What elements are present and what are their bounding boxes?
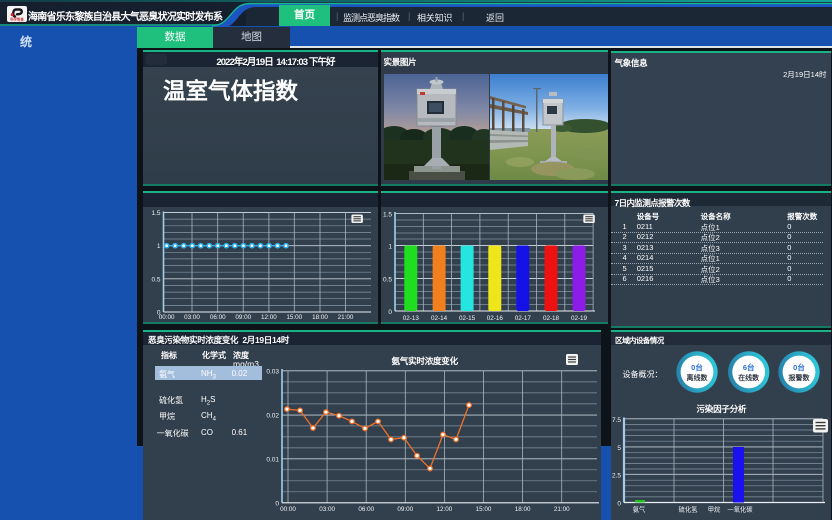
svg-text:离线数: 离线数 xyxy=(687,373,709,382)
svg-text:06:00: 06:00 xyxy=(210,314,226,321)
svg-text:00:00: 00:00 xyxy=(159,314,175,321)
svg-text:03:00: 03:00 xyxy=(319,506,335,513)
svg-text:0.01: 0.01 xyxy=(266,456,279,463)
svg-text:1.5: 1.5 xyxy=(151,210,160,217)
svg-text:2.5: 2.5 xyxy=(612,472,621,479)
svg-text:0.03: 0.03 xyxy=(266,368,279,375)
svg-text:甲烷: 甲烷 xyxy=(708,505,721,514)
svg-text:15:00: 15:00 xyxy=(476,506,492,513)
svg-text:5: 5 xyxy=(617,445,621,452)
svg-text:21:00: 21:00 xyxy=(338,314,354,321)
svg-text:02-17: 02-17 xyxy=(514,315,531,322)
svg-text:06:00: 06:00 xyxy=(358,506,374,513)
svg-text:18:00: 18:00 xyxy=(515,506,531,513)
svg-text:0.02: 0.02 xyxy=(266,412,279,419)
svg-text:报警数: 报警数 xyxy=(789,373,811,382)
svg-text:0: 0 xyxy=(617,501,621,508)
svg-text:0: 0 xyxy=(388,309,392,316)
svg-text:7.5: 7.5 xyxy=(612,417,621,424)
svg-text:02-16: 02-16 xyxy=(486,315,503,322)
svg-text:0台: 0台 xyxy=(793,362,805,372)
svg-text:02-14: 02-14 xyxy=(431,315,448,322)
svg-text:12:00: 12:00 xyxy=(261,314,277,321)
svg-text:1: 1 xyxy=(157,243,161,250)
svg-text:15:00: 15:00 xyxy=(286,314,302,321)
svg-text:在线数: 在线数 xyxy=(738,373,760,382)
svg-text:09:00: 09:00 xyxy=(397,506,413,513)
svg-text:00:00: 00:00 xyxy=(280,506,296,513)
svg-text:02-19: 02-19 xyxy=(570,315,587,322)
svg-text:1.5: 1.5 xyxy=(382,211,391,218)
svg-text:02-15: 02-15 xyxy=(459,315,476,322)
svg-text:6台: 6台 xyxy=(743,362,755,372)
svg-text:21:00: 21:00 xyxy=(554,506,570,513)
svg-text:02-13: 02-13 xyxy=(402,315,419,322)
svg-text:03:00: 03:00 xyxy=(184,314,200,321)
svg-text:一氧化碳: 一氧化碳 xyxy=(727,505,753,514)
svg-text:18:00: 18:00 xyxy=(312,314,328,321)
svg-text:0台: 0台 xyxy=(691,362,703,372)
svg-text:0.5: 0.5 xyxy=(151,276,160,283)
svg-text:0: 0 xyxy=(275,500,279,507)
svg-text:0.5: 0.5 xyxy=(382,276,391,283)
svg-text:09:00: 09:00 xyxy=(235,314,251,321)
svg-text:1: 1 xyxy=(388,243,392,250)
svg-text:12:00: 12:00 xyxy=(437,506,453,513)
svg-text:氨气: 氨气 xyxy=(633,505,646,514)
svg-text:02-18: 02-18 xyxy=(542,315,559,322)
svg-text:硫化氢: 硫化氢 xyxy=(679,505,699,514)
